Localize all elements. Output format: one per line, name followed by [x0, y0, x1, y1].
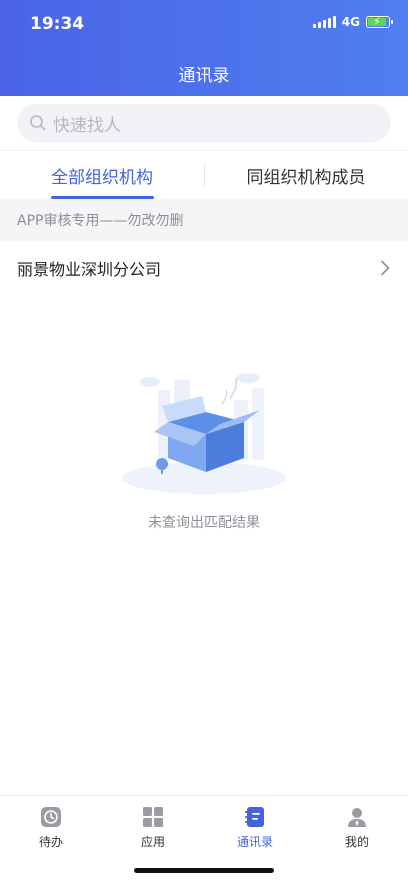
- home-indicator[interactable]: [134, 868, 274, 873]
- chevron-right-icon: [381, 260, 390, 276]
- nav-label: 我的: [344, 835, 369, 849]
- todo-icon: [41, 807, 61, 827]
- nav-item-mine[interactable]: 我的: [306, 796, 408, 856]
- page-title: 通讯录: [178, 66, 230, 86]
- signal-icon: [312, 16, 336, 28]
- nav-label: 通讯录: [236, 835, 273, 849]
- tab-all-organizations[interactable]: 全部组织机构: [0, 151, 204, 199]
- profile-icon: [348, 808, 366, 827]
- contacts-book-icon: [245, 807, 264, 827]
- empty-state-message: 未查询出匹配结果: [148, 515, 260, 531]
- app-header: 19:34 4G ⚡ 通讯录: [0, 0, 408, 96]
- search-icon: [30, 115, 46, 131]
- search-bar: 快速找人: [0, 96, 408, 150]
- status-indicators: 4G ⚡: [312, 15, 393, 29]
- empty-box-illustration: [122, 373, 286, 494]
- network-type: 4G: [341, 15, 360, 29]
- search-input[interactable]: 快速找人: [17, 104, 391, 142]
- battery-icon: ⚡: [366, 15, 393, 28]
- org-tabs: 全部组织机构 同组织机构成员: [0, 150, 408, 199]
- nav-label: 应用: [140, 835, 165, 849]
- nav-item-contacts[interactable]: 通讯录: [204, 796, 306, 856]
- nav-item-apps[interactable]: 应用: [102, 796, 204, 856]
- org-name: 丽景物业深圳分公司: [17, 260, 162, 279]
- status-time: 19:34: [30, 14, 85, 34]
- nav-item-todo[interactable]: 待办: [0, 796, 102, 856]
- search-placeholder: 快速找人: [53, 115, 121, 136]
- apps-grid-icon: [143, 807, 163, 827]
- tab-same-org-members[interactable]: 同组织机构成员: [204, 151, 408, 199]
- section-header: APP审核专用——勿改勿删: [0, 199, 408, 241]
- nav-label: 待办: [38, 835, 63, 849]
- org-list-item[interactable]: 丽景物业深圳分公司: [0, 241, 408, 295]
